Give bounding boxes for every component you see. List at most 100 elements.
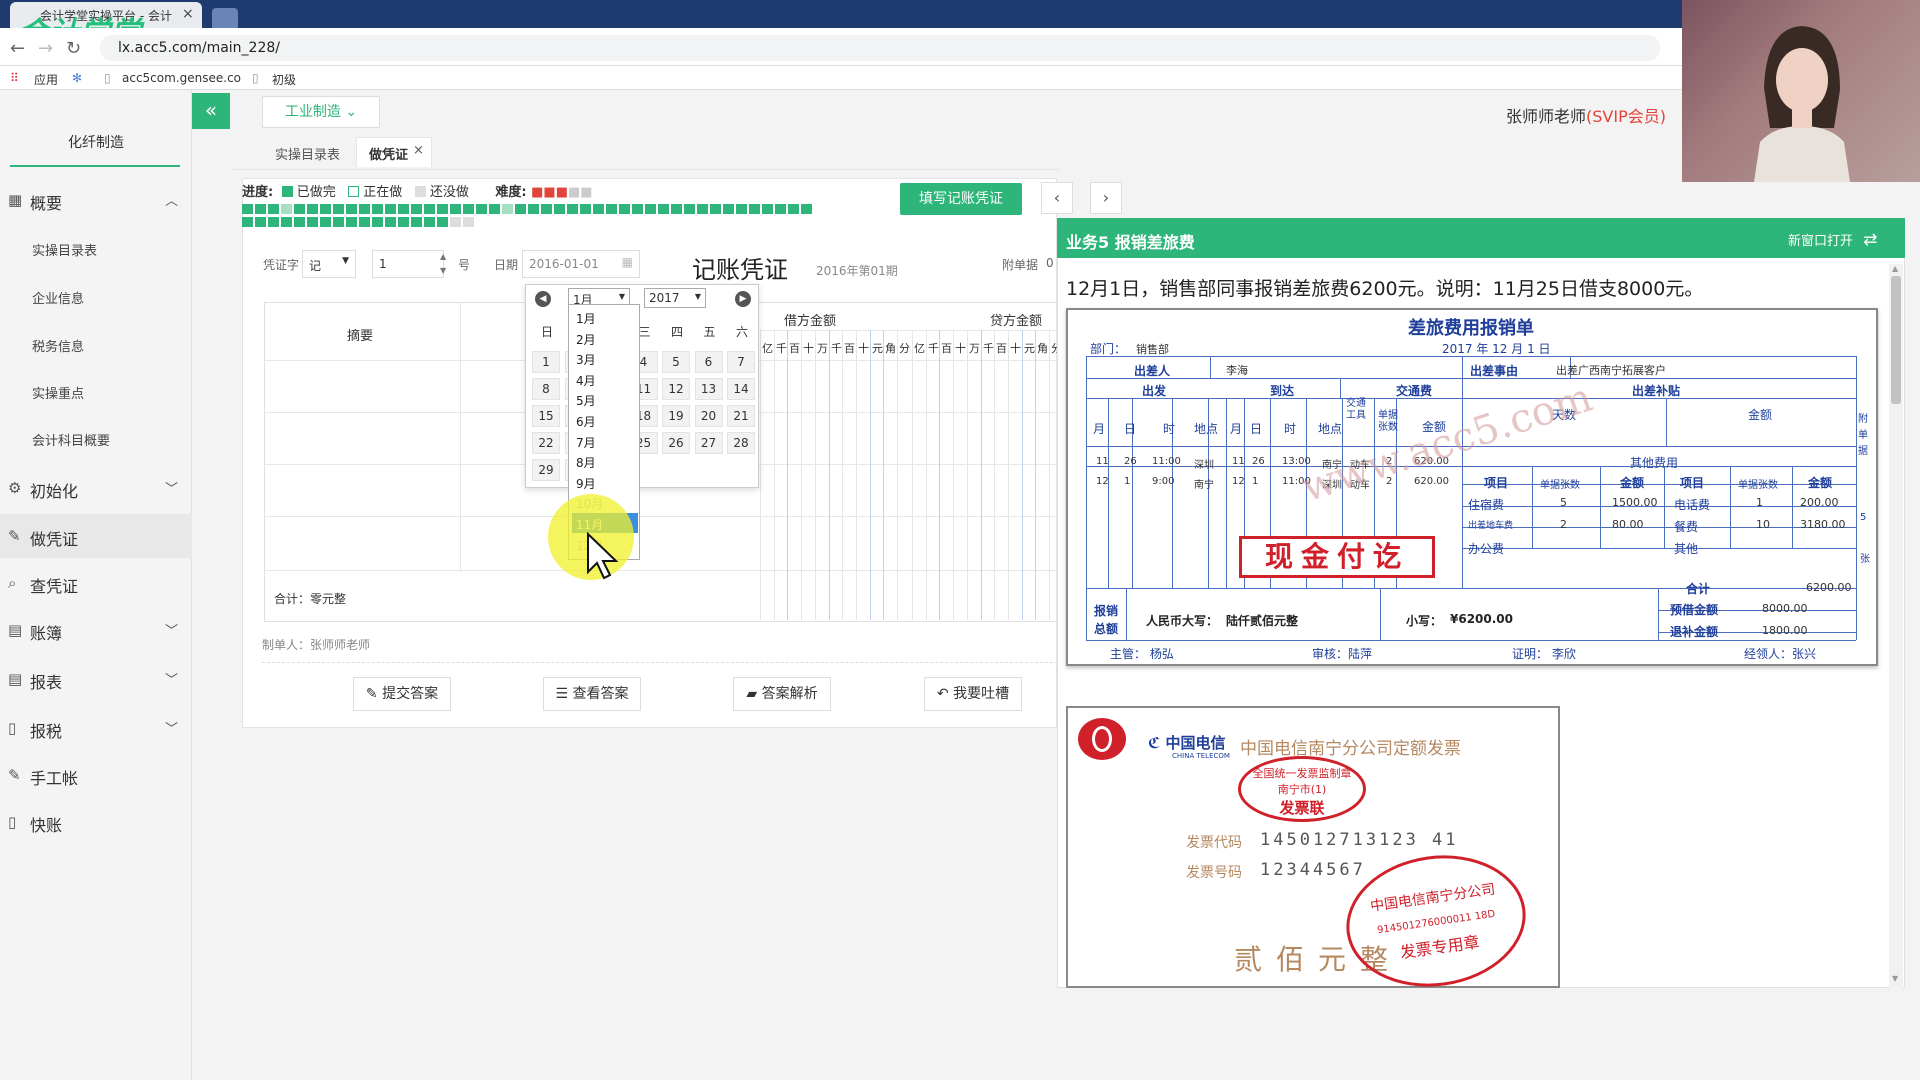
collapse-sidebar-button[interactable]: « bbox=[192, 93, 230, 129]
view-answer-button[interactable]: ☰ 查看答案 bbox=[543, 677, 641, 711]
progress-cell bbox=[437, 204, 448, 214]
progress-cell bbox=[476, 204, 487, 214]
difficulty-stars: ■■■■■ bbox=[531, 185, 592, 200]
calendar-day[interactable]: 12 bbox=[662, 378, 690, 400]
date-label: 日期 bbox=[494, 258, 519, 272]
fill-voucher-button[interactable]: 填写记账凭证 bbox=[900, 183, 1022, 215]
invoice-title: 中国电信南宁分公司定额发票 bbox=[1240, 739, 1461, 759]
bookmark-apps[interactable]: 应用 bbox=[34, 71, 58, 88]
reload-icon[interactable]: ↻ bbox=[66, 38, 81, 59]
calendar-day[interactable]: 21 bbox=[727, 405, 755, 427]
calendar-day[interactable]: 22 bbox=[532, 432, 560, 454]
open-new-window-link[interactable]: 新窗口打开 ⇄ bbox=[1788, 230, 1877, 250]
month-option[interactable]: 9月 bbox=[572, 472, 638, 492]
calendar-day[interactable]: 5 bbox=[662, 351, 690, 373]
item-amount-label: 金额 bbox=[1620, 476, 1645, 490]
digit-header: 亿 bbox=[762, 342, 773, 355]
scroll-up-icon[interactable]: ▲ bbox=[1892, 264, 1898, 273]
sub-accounts-summary[interactable]: 会计科目概要 bbox=[0, 430, 192, 449]
year-select[interactable]: 2017 ▼ bbox=[644, 288, 706, 308]
attach-value[interactable]: 0 bbox=[1046, 256, 1054, 270]
progress-cell bbox=[372, 217, 383, 227]
digit-column-line bbox=[1049, 330, 1050, 620]
digit-header: 十 bbox=[803, 342, 814, 355]
bookmark-basic[interactable]: 初级 bbox=[272, 71, 296, 88]
col-debit: 借方金额 bbox=[784, 314, 837, 329]
month-option[interactable]: 1月 bbox=[572, 307, 638, 327]
menu-ledger[interactable]: ▤ 账簿 ﹀ bbox=[0, 608, 192, 652]
url-input[interactable]: lx.acc5.com/main_228/ bbox=[100, 35, 1660, 61]
menu-init[interactable]: ⚙ 初始化 ﹀ bbox=[0, 466, 192, 510]
edit-icon: ✎ bbox=[365, 686, 383, 702]
spinner-down-icon[interactable]: ▼ bbox=[440, 266, 446, 275]
menu-manual-book[interactable]: ✎ 手工帐 bbox=[0, 753, 192, 797]
item2-amount-label: 金额 bbox=[1808, 476, 1833, 490]
prev-button[interactable]: ‹ bbox=[1041, 182, 1073, 214]
apps-icon[interactable]: ⠿ bbox=[10, 71, 19, 85]
calendar-day[interactable]: 7 bbox=[727, 351, 755, 373]
sub-company-info[interactable]: 企业信息 bbox=[0, 288, 192, 307]
calendar-day[interactable]: 19 bbox=[662, 405, 690, 427]
next-button[interactable]: › bbox=[1090, 182, 1122, 214]
submit-answer-button[interactable]: ✎ 提交答案 bbox=[353, 677, 451, 711]
menu-make-voucher[interactable]: ✎ 做凭证 bbox=[0, 514, 192, 558]
calendar-icon[interactable]: ▦ bbox=[622, 255, 633, 269]
month-option[interactable]: 7月 bbox=[572, 431, 638, 451]
sub-tax-info[interactable]: 税务信息 bbox=[0, 336, 192, 355]
month-option[interactable]: 2月 bbox=[572, 328, 638, 348]
calendar-day[interactable]: 15 bbox=[532, 405, 560, 427]
calendar-day[interactable]: 6 bbox=[694, 351, 723, 373]
forward-icon[interactable]: → bbox=[38, 38, 53, 59]
col-summary: 摘要 bbox=[347, 329, 374, 344]
month-option[interactable]: 3月 bbox=[572, 348, 638, 368]
industry-dropdown[interactable]: 工业制造 ⌄ bbox=[262, 96, 380, 128]
menu-tax[interactable]: ▯ 报税 ﹀ bbox=[0, 706, 192, 750]
calendar-day[interactable]: 27 bbox=[694, 432, 723, 454]
calendar-day[interactable]: 28 bbox=[727, 432, 755, 454]
scrollbar-thumb[interactable] bbox=[1891, 276, 1901, 404]
voucher-number-input[interactable]: 1 bbox=[372, 250, 444, 278]
new-tab-button[interactable] bbox=[212, 8, 238, 28]
calendar-day[interactable]: 8 bbox=[532, 378, 560, 400]
calendar-day[interactable]: 13 bbox=[694, 378, 723, 400]
calendar-day[interactable]: 20 bbox=[694, 405, 723, 427]
tab-close-icon[interactable]: × bbox=[182, 6, 194, 22]
progress-cell bbox=[593, 204, 604, 214]
tab-close-icon[interactable]: × bbox=[413, 143, 424, 158]
month-option[interactable]: 6月 bbox=[572, 410, 638, 430]
calendar-day[interactable]: 14 bbox=[727, 378, 755, 400]
progress-cell bbox=[424, 217, 435, 227]
trip-cell: 1 bbox=[1252, 476, 1259, 487]
menu-quick-book[interactable]: ▯ 快账 bbox=[0, 800, 192, 844]
date-input[interactable]: 2016-01-01 ▦ bbox=[522, 250, 640, 278]
progress-cell bbox=[528, 204, 539, 214]
menu-reports[interactable]: ▤ 报表 ﹀ bbox=[0, 657, 192, 701]
menu-overview[interactable]: ▦ 概要 ︿ bbox=[0, 178, 192, 222]
voucher-word-select[interactable]: 记 ▼ bbox=[302, 250, 356, 278]
calendar-day[interactable]: 1 bbox=[532, 351, 560, 373]
prev-month-icon[interactable]: ◀ bbox=[535, 291, 551, 307]
spinner-up-icon[interactable]: ▲ bbox=[440, 252, 446, 261]
grid-icon: ▦ bbox=[8, 191, 23, 209]
tab-strip bbox=[230, 140, 1060, 170]
tab-catalog[interactable]: 实操目录表 bbox=[275, 144, 340, 163]
scroll-down-icon[interactable]: ▼ bbox=[1892, 974, 1898, 983]
sub-key-points[interactable]: 实操重点 bbox=[0, 383, 192, 402]
digit-header: 元 bbox=[1024, 342, 1035, 355]
digit-header: 百 bbox=[996, 342, 1007, 355]
traveler-label: 出差人 bbox=[1134, 364, 1171, 378]
back-icon[interactable]: ← bbox=[10, 38, 25, 59]
menu-query-voucher[interactable]: ⌕ 查凭证 bbox=[0, 561, 192, 605]
sub-catalog[interactable]: 实操目录表 bbox=[0, 240, 192, 259]
month-option[interactable]: 8月 bbox=[572, 451, 638, 471]
digit-column-line bbox=[842, 330, 843, 620]
bookmark-gensee[interactable]: acc5com.gensee.co bbox=[122, 71, 241, 85]
calendar-day[interactable]: 29 bbox=[532, 459, 560, 481]
month-option[interactable]: 4月 bbox=[572, 369, 638, 389]
feedback-button[interactable]: ↶ 我要吐槽 bbox=[924, 677, 1022, 711]
answer-analysis-button[interactable]: ▰ 答案解析 bbox=[733, 677, 831, 711]
month-option[interactable]: 5月 bbox=[572, 389, 638, 409]
next-month-icon[interactable]: ▶ bbox=[735, 291, 751, 307]
digit-column-line bbox=[967, 330, 968, 620]
calendar-day[interactable]: 26 bbox=[662, 432, 690, 454]
